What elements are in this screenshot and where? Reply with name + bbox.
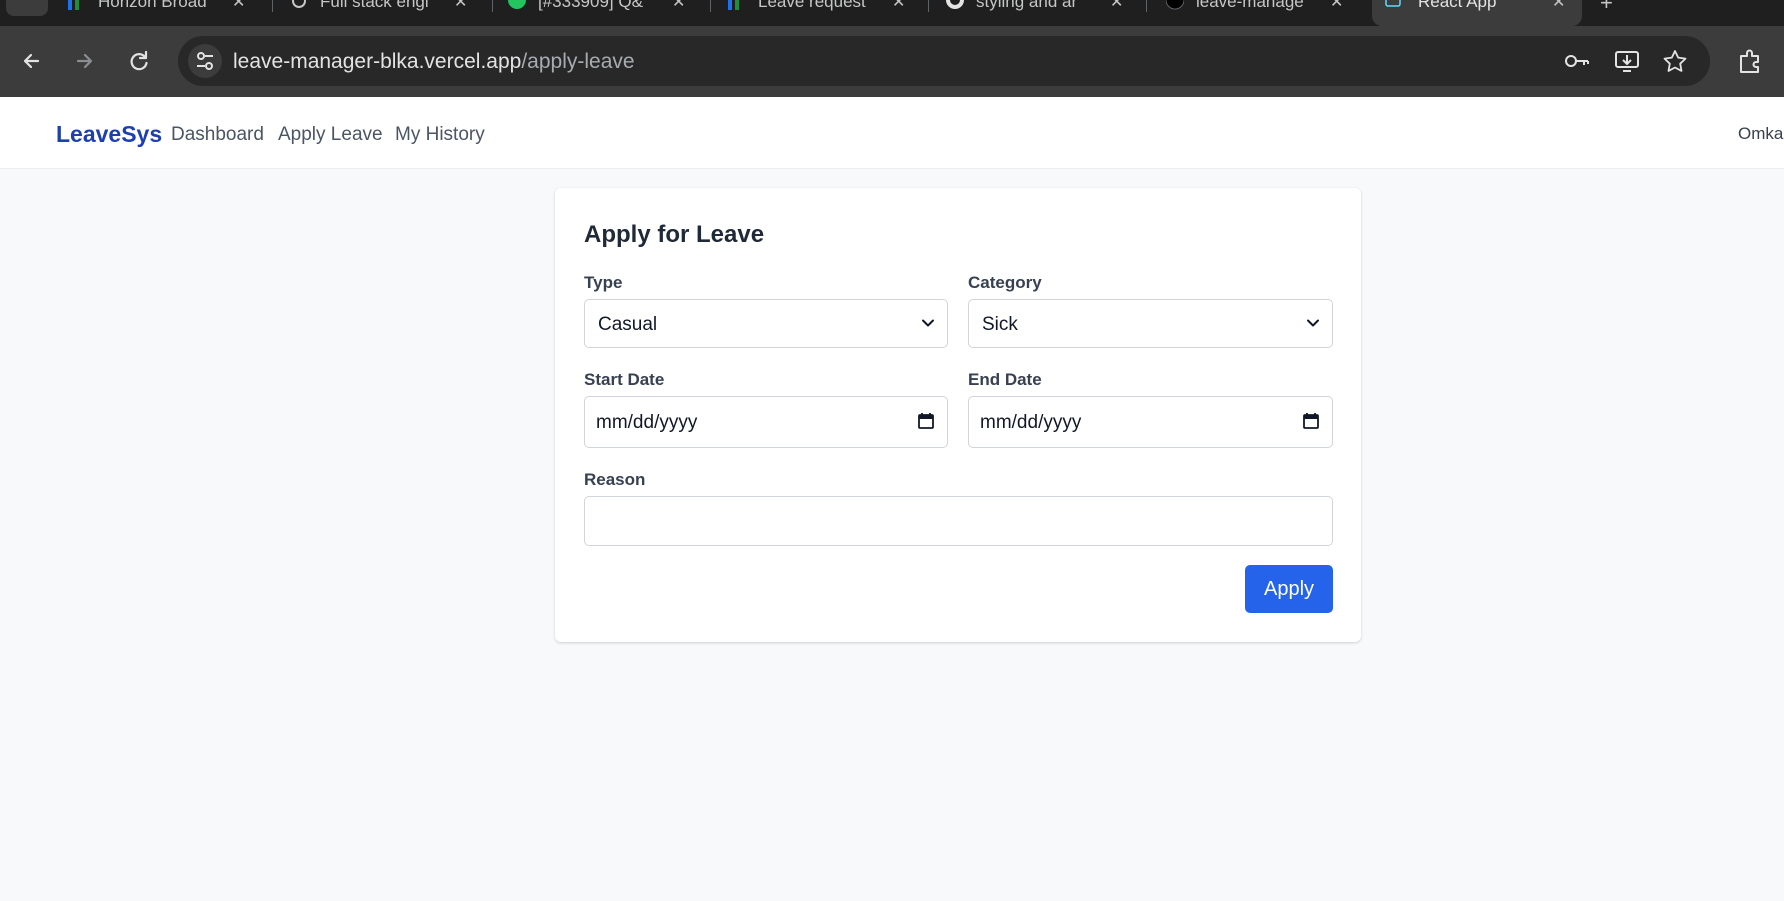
tab-title: leave-manage (1196, 0, 1304, 11)
vercel-favicon-icon (1166, 0, 1184, 10)
tab-close-icon[interactable]: ✕ (1552, 0, 1565, 12)
nav-link-my-history[interactable]: My History (395, 124, 485, 146)
reason-input[interactable] (584, 496, 1333, 546)
type-selected-value: Casual (598, 314, 658, 335)
sheets-favicon-icon (728, 0, 739, 10)
category-label: Category (968, 273, 1042, 292)
chevron-down-icon (1307, 319, 1319, 327)
browser-tab[interactable]: styling and ar ✕ (946, 0, 1136, 26)
tab-separator (492, 0, 493, 12)
green-circle-favicon-icon (508, 0, 526, 9)
calendar-icon[interactable] (917, 412, 935, 430)
sheets-favicon-icon (68, 0, 79, 10)
site-info-button[interactable] (188, 44, 222, 78)
back-arrow-icon[interactable] (16, 46, 46, 76)
tab-separator (710, 0, 711, 12)
type-select[interactable]: Casual (584, 299, 948, 348)
app-navbar: LeaveSys Dashboard Apply Leave My Histor… (0, 97, 1784, 169)
new-tab-icon[interactable]: + (1600, 0, 1613, 16)
tab-separator (1146, 0, 1147, 12)
bookmark-star-icon[interactable] (1662, 49, 1688, 73)
start-date-input[interactable]: mm/dd/yyyy (584, 396, 948, 448)
browser-toolbar: leave-manager-blka.vercel.app/apply-leav… (0, 26, 1784, 97)
browser-tab[interactable]: Full stack engi ✕ (290, 0, 480, 26)
url-path: /apply-leave (521, 50, 635, 73)
tab-title: React App (1418, 0, 1497, 11)
tab-close-icon[interactable]: ✕ (454, 0, 467, 12)
user-name: Omka (1738, 124, 1784, 143)
end-date-label: End Date (968, 370, 1042, 389)
tab-title: Full stack engi (320, 0, 429, 11)
browser-tab-strip: Horizon Broad ✕ Full stack engi ✕ [#3339… (0, 0, 1784, 26)
calendar-icon[interactable] (1302, 412, 1320, 430)
password-key-icon[interactable] (1564, 49, 1590, 73)
category-select[interactable]: Sick (968, 299, 1333, 348)
tab-search-button[interactable] (6, 0, 48, 16)
apply-button[interactable]: Apply (1245, 565, 1333, 613)
tab-close-icon[interactable]: ✕ (1110, 0, 1123, 12)
install-app-icon[interactable] (1614, 49, 1640, 73)
reason-label: Reason (584, 470, 646, 489)
tab-close-icon[interactable]: ✕ (1330, 0, 1343, 12)
tab-title: [#333909] Q& (538, 0, 643, 11)
browser-tab[interactable]: leave-manage ✕ (1166, 0, 1356, 26)
openai-favicon-icon (292, 0, 306, 8)
tab-close-icon[interactable]: ✕ (892, 0, 905, 12)
github-favicon-icon (946, 0, 964, 9)
start-date-label: Start Date (584, 370, 665, 389)
react-favicon-icon (1385, 0, 1401, 7)
nav-link-apply-leave[interactable]: Apply Leave (278, 124, 383, 146)
brand-logo[interactable]: LeaveSys (56, 121, 162, 148)
url-host: leave-manager-blka.vercel.app (233, 50, 522, 73)
apply-leave-card: Apply for Leave Type Casual Category Sic… (555, 188, 1361, 642)
reload-icon[interactable] (124, 46, 154, 76)
extensions-puzzle-icon[interactable] (1736, 46, 1766, 76)
chevron-down-icon (922, 319, 934, 327)
tab-separator (928, 0, 929, 12)
nav-link-dashboard[interactable]: Dashboard (171, 124, 264, 146)
end-date-input[interactable]: mm/dd/yyyy (968, 396, 1333, 448)
browser-tab[interactable]: [#333909] Q& ✕ (508, 0, 698, 26)
tab-separator (272, 0, 273, 12)
tab-title: Horizon Broad (98, 0, 207, 11)
page-title: Apply for Leave (584, 221, 765, 248)
start-date-placeholder: mm/dd/yyyy (596, 412, 698, 433)
address-bar[interactable]: leave-manager-blka.vercel.app/apply-leav… (178, 36, 1710, 86)
browser-tab-active[interactable]: React App ✕ (1372, 0, 1582, 26)
browser-tab[interactable]: Horizon Broad ✕ (68, 0, 258, 26)
end-date-placeholder: mm/dd/yyyy (980, 412, 1082, 433)
tab-close-icon[interactable]: ✕ (232, 0, 245, 12)
browser-tab[interactable]: Leave request ✕ (728, 0, 918, 26)
url-text[interactable]: leave-manager-blka.vercel.app/apply-leav… (233, 50, 635, 74)
type-label: Type (584, 273, 623, 292)
category-selected-value: Sick (982, 314, 1018, 335)
forward-arrow-icon[interactable] (70, 46, 100, 76)
tab-close-icon[interactable]: ✕ (672, 0, 685, 12)
tab-title: Leave request (758, 0, 866, 11)
tab-title: styling and ar (976, 0, 1078, 11)
tune-icon (197, 52, 213, 70)
